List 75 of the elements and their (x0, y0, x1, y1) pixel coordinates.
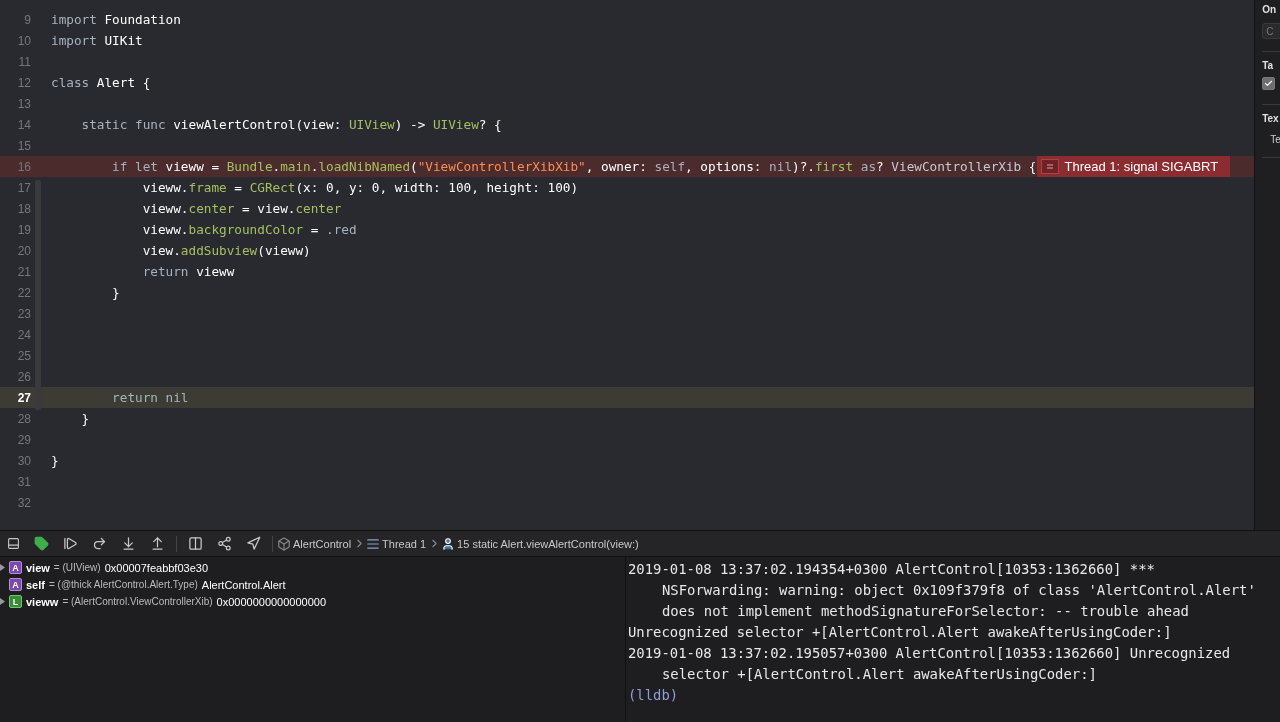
console-line: does not implement methodSignatureForSelector: -- trouble ahead (661, 602, 1190, 621)
line-number: 20 (16, 243, 32, 258)
code-line: if let vieww = Bundle.main.loadNibNamed("ViewControllerXibXib", owner: self, options: nil)?.first as? ViewControllerXib { (111, 159, 1037, 174)
error-annotation[interactable]: Thread 1: signal SIGABRT (1036, 156, 1231, 177)
variable-type: = (@thick AlertControl.Alert.Type) (48, 579, 198, 590)
code-line: static func viewAlertControl(view: UIView) -> UIView? { (80, 117, 502, 132)
variable-badge: L (9, 595, 22, 608)
variable-value: 0x0000000000000000 (216, 595, 327, 608)
checkmark-icon (1264, 79, 1274, 88)
person-icon (441, 536, 456, 551)
code-line: class Alert { (51, 75, 151, 90)
line-number: 15 (16, 138, 32, 153)
line-number: 30 (16, 453, 32, 468)
error-message: Thread 1: signal SIGABRT (1064, 159, 1219, 174)
thread-icon (366, 536, 381, 551)
variable-value: AlertControl.Alert (201, 578, 286, 591)
console-line: Unrecognized selector +[AlertControl.Alert awakeAfterUsingCoder:] (628, 623, 1173, 642)
line-number: 11 (17, 54, 32, 69)
section-title: Tex (1262, 113, 1280, 124)
console-line: 2019-01-08 13:37:02.195057+0300 AlertControl[10353:1362660] Unrecognized (628, 644, 1232, 663)
code-line: return vieww (141, 264, 235, 279)
code-line: import Foundation (51, 12, 181, 27)
line-number: 26 (16, 369, 32, 384)
line-number: 9 (23, 12, 32, 27)
line-number: 16 (16, 159, 32, 174)
section-title: On (1262, 4, 1278, 15)
field-label: Te (1270, 134, 1280, 145)
line-number: 14 (16, 117, 32, 132)
code-line: vieww.frame = CGRect(x: 0, y: 0, width: 100, height: 100) (141, 180, 579, 195)
app-icon (277, 536, 291, 551)
code-line: view.addSubview(vieww) (141, 243, 311, 258)
disclosure-icon[interactable] (0, 598, 5, 605)
code-line: return nil (111, 390, 189, 405)
variable-badge: A (9, 578, 22, 591)
line-number: 24 (16, 327, 32, 342)
code-line: import UIKit (51, 33, 143, 48)
line-number: 12 (16, 75, 32, 90)
line-number: 29 (16, 432, 32, 447)
code-line: } (80, 411, 90, 426)
line-number: 31 (16, 474, 32, 489)
line-number: 21 (16, 264, 32, 279)
text-field[interactable]: C (1262, 23, 1280, 39)
line-number: 22 (16, 285, 32, 300)
line-number: 19 (16, 222, 32, 237)
console-line: (lldb) (628, 686, 680, 705)
line-number: 10 (16, 33, 32, 48)
line-number: 17 (16, 180, 32, 195)
line-number: 27 (16, 390, 32, 405)
section-title: Ta (1262, 60, 1275, 71)
variable-name: view (26, 561, 50, 574)
variable-name: self (26, 578, 45, 591)
breadcrumb[interactable]: Thread 1 (380, 537, 429, 550)
checkbox[interactable] (1262, 77, 1276, 90)
breadcrumb[interactable]: AlertControl (291, 537, 354, 550)
line-number: 32 (16, 495, 32, 510)
disclosure-icon[interactable] (0, 564, 5, 571)
variable-type: = (UIView) (53, 562, 101, 573)
variable-badge: A (9, 561, 22, 574)
code-line: vieww.center = view.center (141, 201, 342, 216)
line-number: 25 (16, 348, 32, 363)
line-number: 18 (16, 201, 32, 216)
breadcrumb[interactable]: 15 static Alert.viewAlertControl(view:) (455, 537, 641, 550)
console-line: selector +[AlertControl.Alert awakeAfterUsingCoder:] (661, 665, 1098, 684)
code-line: } (51, 453, 59, 468)
line-number: 28 (16, 411, 32, 426)
variable-type: = (AlertControl.ViewControllerXib) (62, 596, 213, 607)
lines-icon (1040, 159, 1059, 174)
variable-value: 0x00007feabbf03e30 (104, 561, 209, 574)
console-line: 2019-01-08 13:37:02.194354+0300 AlertControl[10353:1362660] *** (628, 560, 1156, 579)
line-number: 23 (16, 306, 32, 321)
code-line: } (111, 285, 120, 300)
variable-name: vieww (26, 595, 59, 608)
console-line: NSForwarding: warning: object 0x109f379f8 of class 'AlertControl.Alert' (661, 581, 1257, 600)
code-line: vieww.backgroundColor = .red (141, 222, 357, 237)
line-number: 13 (16, 96, 32, 111)
